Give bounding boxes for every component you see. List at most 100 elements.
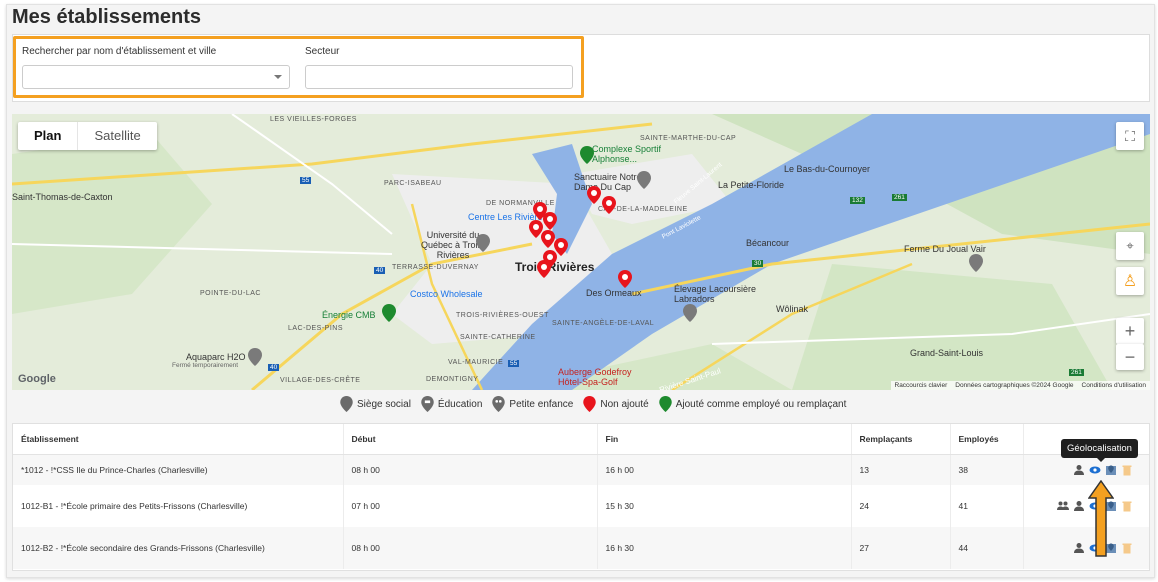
map-label: SAINTE-MARTHE-DU-CAP — [640, 135, 737, 142]
map-label: TERRASSE-DUVERNAY — [392, 264, 479, 271]
cell-actions — [1023, 454, 1149, 485]
cell-replacements: 13 — [851, 454, 951, 485]
cell-end: 16 h 30 — [597, 527, 852, 569]
red-pin-icon — [583, 396, 597, 412]
poi-pin-icon[interactable] — [382, 304, 396, 322]
route-shield: 132 — [850, 197, 865, 204]
map-label: VAL-MAURICIE — [448, 359, 504, 366]
attribution-data: Données cartographiques ©2024 Google — [955, 382, 1074, 389]
route-shield: 30 — [752, 260, 764, 267]
cell-start: 08 h 00 — [343, 454, 598, 485]
establishment-pin-icon[interactable] — [537, 260, 551, 278]
legend-item: Petite enfance — [492, 396, 573, 412]
children-pin-icon — [492, 396, 506, 412]
minus-icon: − — [1124, 346, 1136, 367]
chevron-down-icon[interactable] — [274, 75, 282, 79]
map-attribution: Raccourcis clavier Données cartographiqu… — [890, 381, 1150, 390]
column-header[interactable]: Établissement — [13, 424, 344, 455]
map-type-plan[interactable]: Plan — [18, 122, 79, 150]
street-view-button[interactable]: ♙ — [1116, 267, 1144, 295]
establishments-table: Établissement Début Fin Remplaçants Empl… — [13, 424, 1149, 569]
map-label: Bécancour — [746, 238, 790, 248]
fullscreen-button[interactable]: ⛶ — [1116, 122, 1144, 150]
legend-label: Petite enfance — [509, 398, 574, 410]
legend-item: Ajouté comme employé ou remplaçant — [658, 396, 847, 412]
route-shield: 40 — [374, 267, 386, 274]
column-header[interactable]: Employés — [950, 424, 1024, 455]
map-pin-icon — [340, 396, 353, 412]
map-label: SAINTE-ANGÈLE-DE-LAVAL — [552, 320, 655, 327]
geolocation-icon[interactable] — [1105, 464, 1117, 476]
map-label: Des Ormeaux — [586, 288, 642, 298]
my-location-button[interactable]: ⌖ — [1116, 232, 1144, 260]
zoom-out-button[interactable]: − — [1116, 344, 1144, 370]
education-pin-icon[interactable] — [476, 234, 490, 252]
cell-end: 15 h 30 — [597, 485, 852, 527]
legend-label: Non ajouté — [600, 398, 649, 410]
green-pin-icon — [658, 396, 672, 412]
arrow-up-icon — [1088, 480, 1114, 557]
poi-pin-icon[interactable] — [969, 254, 983, 272]
legend-label: Éducation — [437, 398, 483, 410]
map-label: Le Bas-du-Cournoyer — [784, 164, 871, 174]
column-header[interactable]: Fin — [597, 424, 852, 455]
map[interactable]: Plan Satellite ⛶ ⌖ ♙ + − LES VIEILLES-FO… — [12, 114, 1150, 390]
establishment-pin-icon[interactable] — [541, 230, 555, 248]
attribution-terms[interactable]: Conditions d'utilisation — [1082, 382, 1146, 389]
graduation-pin-icon — [421, 396, 434, 412]
route-shield: 261 — [1069, 369, 1084, 376]
map-label: SAINTE-CATHERINE — [460, 334, 536, 341]
map-label: DEMONTIGNY — [426, 376, 479, 383]
poi-pin-icon[interactable] — [248, 348, 262, 366]
cell-end: 16 h 00 — [597, 454, 852, 485]
establishment-pin-icon[interactable] — [602, 196, 616, 214]
user-icon[interactable] — [1073, 464, 1085, 476]
legend-item: Siège social — [340, 396, 411, 412]
map-label: Fermé temporairement — [172, 362, 239, 369]
establishment-pin-icon[interactable] — [543, 212, 557, 230]
map-label: Aquaparc H2O — [186, 352, 246, 362]
map-label: LAC-DES-PINS — [288, 325, 344, 332]
cell-employees: 41 — [950, 485, 1024, 527]
map-label: La Petite-Floride — [718, 180, 785, 190]
user-icon[interactable] — [1073, 500, 1085, 512]
map-label: Ferme Du Joual Vair — [904, 244, 986, 254]
cell-employees: 44 — [950, 527, 1024, 569]
map-label: PARC-ISABEAU — [384, 180, 442, 187]
eye-icon[interactable] — [1089, 464, 1101, 476]
map-label: Complexe Sportif Alphonse... — [592, 144, 662, 164]
map-type-satellite[interactable]: Satellite — [78, 122, 156, 150]
trash-icon[interactable] — [1121, 542, 1133, 554]
trash-icon[interactable] — [1121, 464, 1133, 476]
legend-label: Siège social — [357, 398, 411, 410]
attribution-shortcuts[interactable]: Raccourcis clavier — [895, 382, 948, 389]
users-icon[interactable] — [1057, 500, 1069, 512]
pegman-icon: ♙ — [1122, 273, 1138, 290]
cell-establishment: 1012-B2 - !*École secondaire des Grands-… — [13, 527, 344, 569]
sector-input[interactable] — [305, 65, 573, 89]
poi-pin-icon[interactable] — [637, 171, 651, 189]
map-type-toggle[interactable]: Plan Satellite — [18, 122, 157, 150]
establishments-table-card: Établissement Début Fin Remplaçants Empl… — [12, 423, 1150, 571]
column-header[interactable]: Début — [343, 424, 598, 455]
legend-label: Ajouté comme employé ou remplaçant — [675, 398, 847, 410]
map-label: Énergie CMB — [322, 310, 376, 320]
map-label: Saint-Thomas-de-Caxton — [12, 192, 113, 202]
route-shield: 55 — [508, 360, 520, 367]
trash-icon[interactable] — [1121, 500, 1133, 512]
map-label: Auberge Godefroy Hôtel-Spa-Golf — [558, 367, 632, 387]
zoom-in-button[interactable]: + — [1116, 318, 1144, 344]
google-logo: Google — [18, 373, 56, 385]
establishment-pin-icon[interactable] — [587, 186, 601, 204]
table-row: *1012 - !*CSS Ile du Prince-Charles (Cha… — [13, 454, 1149, 485]
search-select[interactable] — [22, 65, 290, 89]
poi-pin-icon[interactable] — [580, 146, 594, 164]
poi-pin-icon[interactable] — [683, 304, 697, 322]
crosshair-icon: ⌖ — [1126, 238, 1134, 253]
map-label: TROIS-RIVIÈRES-OUEST — [456, 312, 549, 319]
map-label: Élevage Lacoursière Labradors — [674, 284, 757, 304]
page-title: Mes établissements — [12, 6, 201, 28]
column-header[interactable]: Remplaçants — [851, 424, 951, 455]
user-icon[interactable] — [1073, 542, 1085, 554]
establishment-pin-icon[interactable] — [618, 270, 632, 288]
